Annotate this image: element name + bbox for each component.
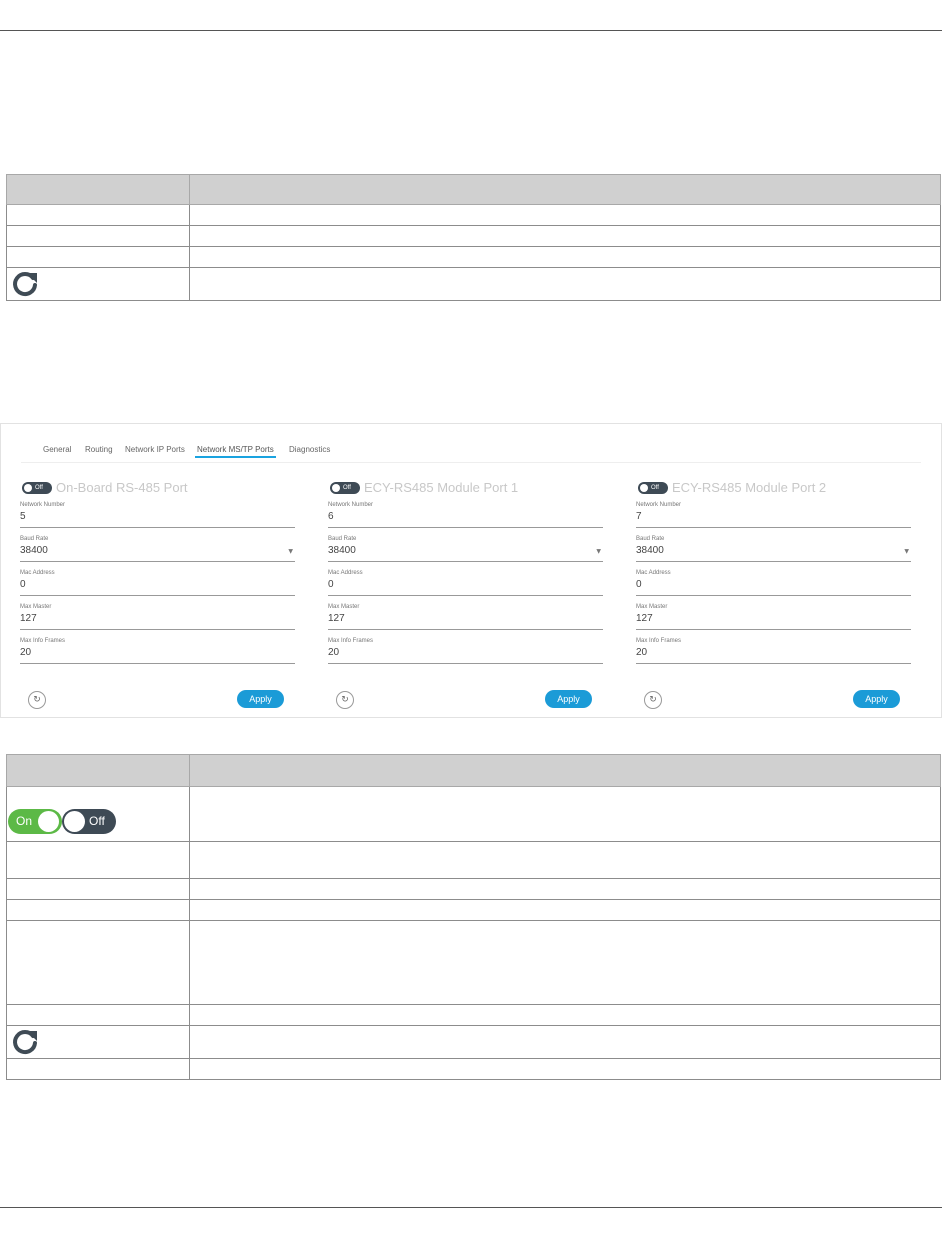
port-card-module-2: Off ECY-RS485 Module Port 2 Network Numb… xyxy=(636,480,926,717)
apply-button[interactable]: Apply xyxy=(853,690,900,708)
baud-rate-select[interactable]: Baud Rate 38400 ▼ xyxy=(20,536,295,562)
max-master-field[interactable]: Max Master 127 xyxy=(328,604,603,630)
refresh-icon: ↻ xyxy=(341,695,349,705)
refresh-button[interactable]: ↻ xyxy=(28,691,46,709)
table-row xyxy=(6,878,941,900)
enable-toggle[interactable]: Off xyxy=(330,482,360,494)
refresh-icon: ↻ xyxy=(33,695,41,705)
mac-address-field[interactable]: Mac Address 0 xyxy=(328,570,603,596)
max-master-field[interactable]: Max Master 127 xyxy=(636,604,911,630)
mac-address-field[interactable]: Mac Address 0 xyxy=(20,570,295,596)
max-info-frames-field[interactable]: Max Info Frames 20 xyxy=(20,638,295,664)
enable-toggle[interactable]: Off xyxy=(638,482,668,494)
table-row xyxy=(6,225,941,247)
baud-rate-select[interactable]: Baud Rate 38400 ▼ xyxy=(328,536,603,562)
header-cell xyxy=(189,754,941,787)
dropdown-caret-icon: ▼ xyxy=(288,548,293,555)
max-info-frames-field[interactable]: Max Info Frames 20 xyxy=(328,638,603,664)
table-header-row xyxy=(6,174,941,205)
table-row xyxy=(6,920,941,1005)
tab-network-mstp-ports[interactable]: Network MS/TP Ports xyxy=(195,442,276,458)
port-card-module-1: Off ECY-RS485 Module Port 1 Network Numb… xyxy=(328,480,618,717)
tab-bar: General Routing Network IP Ports Network… xyxy=(1,442,941,462)
toggle-off-icon: Off xyxy=(62,809,116,834)
top-rule xyxy=(0,30,942,31)
reference-table-2: On Off xyxy=(6,754,941,1080)
card-title: On-Board RS-485 Port xyxy=(56,480,188,495)
table-row xyxy=(6,246,941,268)
card-title: ECY-RS485 Module Port 1 xyxy=(364,480,519,495)
refresh-button[interactable]: ↻ xyxy=(644,691,662,709)
tab-general[interactable]: General xyxy=(41,442,73,458)
header-cell xyxy=(189,174,941,205)
mac-address-field[interactable]: Mac Address 0 xyxy=(636,570,911,596)
max-info-frames-field[interactable]: Max Info Frames 20 xyxy=(636,638,911,664)
table-row xyxy=(6,204,941,226)
table-row: On Off xyxy=(6,786,941,842)
card-title: ECY-RS485 Module Port 2 xyxy=(672,480,827,495)
network-number-field[interactable]: Network Number 7 xyxy=(636,502,911,528)
table-row xyxy=(6,1058,941,1080)
baud-rate-select[interactable]: Baud Rate 38400 ▼ xyxy=(636,536,911,562)
table-row xyxy=(6,267,941,301)
refresh-icon xyxy=(13,1030,37,1055)
network-number-field[interactable]: Network Number 6 xyxy=(328,502,603,528)
dropdown-caret-icon: ▼ xyxy=(596,548,601,555)
enable-toggle[interactable]: Off xyxy=(22,482,52,494)
table-row xyxy=(6,1004,941,1026)
tab-routing[interactable]: Routing xyxy=(83,442,115,458)
network-number-field[interactable]: Network Number 5 xyxy=(20,502,295,528)
config-screenshot: General Routing Network IP Ports Network… xyxy=(0,423,942,718)
apply-button[interactable]: Apply xyxy=(237,690,284,708)
table-row xyxy=(6,899,941,921)
refresh-button[interactable]: ↻ xyxy=(336,691,354,709)
reference-table-1 xyxy=(6,174,941,301)
tab-divider xyxy=(21,462,921,463)
table-header-row xyxy=(6,754,941,787)
table-row xyxy=(6,1025,941,1059)
dropdown-caret-icon: ▼ xyxy=(904,548,909,555)
toggle-on-icon: On xyxy=(8,809,62,834)
tab-network-ip-ports[interactable]: Network IP Ports xyxy=(123,442,187,458)
refresh-icon xyxy=(13,272,37,297)
header-cell xyxy=(6,754,190,787)
header-cell xyxy=(6,174,190,205)
port-card-onboard: Off On-Board RS-485 Port Network Number 5… xyxy=(20,480,310,717)
tab-diagnostics[interactable]: Diagnostics xyxy=(287,442,332,458)
bottom-rule xyxy=(0,1207,942,1208)
apply-button[interactable]: Apply xyxy=(545,690,592,708)
refresh-icon: ↻ xyxy=(649,695,657,705)
table-row xyxy=(6,841,941,879)
max-master-field[interactable]: Max Master 127 xyxy=(20,604,295,630)
